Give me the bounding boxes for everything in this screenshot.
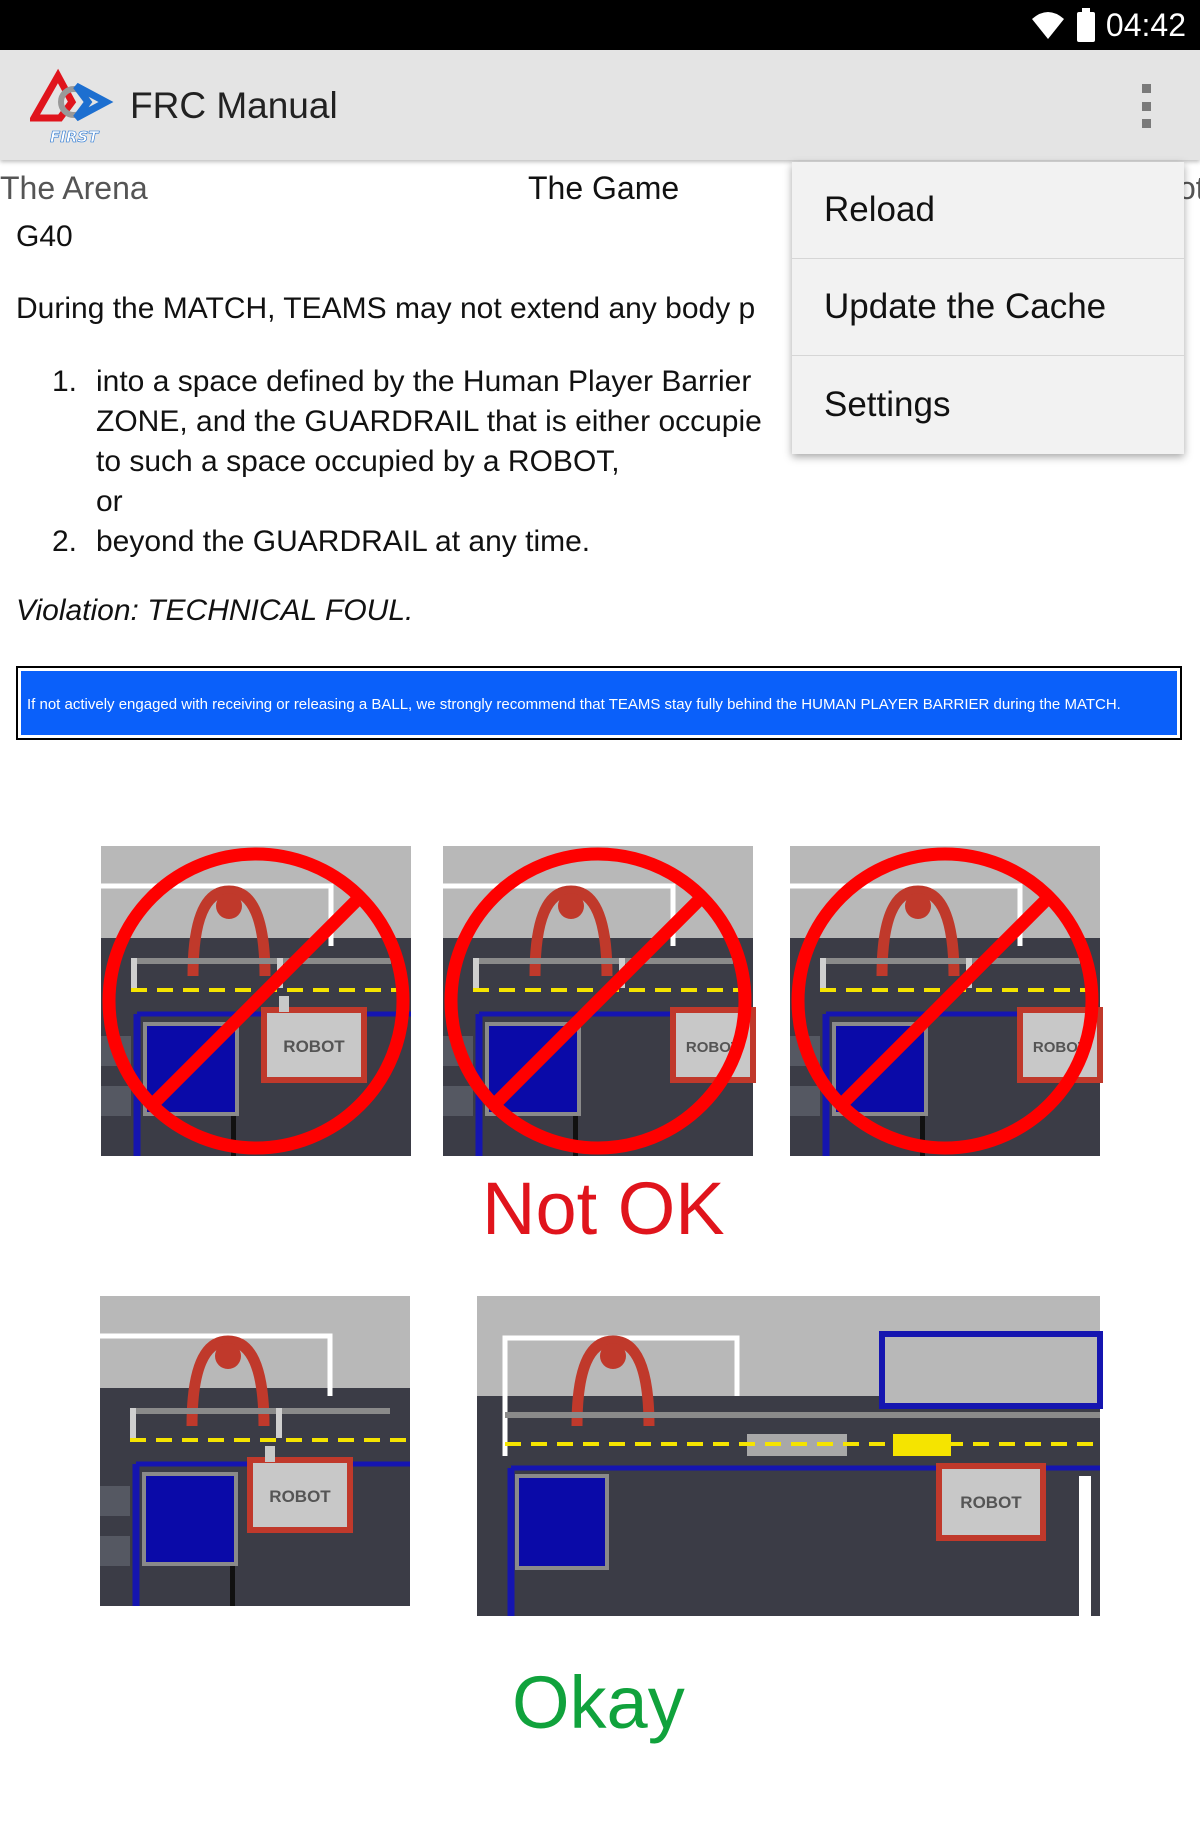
svg-text:ROBOT: ROBOT [960,1493,1022,1512]
status-bar: 04:42 [0,0,1200,50]
menu-item-settings[interactable]: Settings [792,356,1184,453]
menu-item-reload[interactable]: Reload [792,162,1184,259]
status-icons: 04:42 [1030,6,1186,44]
blue-note-box: If not actively engaged with receiving o… [16,666,1182,740]
overflow-menu: Reload Update the Cache Settings [792,162,1184,454]
figure-panels: ROBOT ROBOT ROBOT ROBOT ROBOT [0,800,1200,1616]
first-logo-icon: FIRST [30,68,114,146]
not-ok-panel-3: ROBOT [790,846,1100,1156]
okay-panel-1: ROBOT [100,1296,410,1606]
svg-text:ROBOT: ROBOT [269,1487,331,1506]
battery-icon [1076,8,1095,42]
rule-id: G40 [16,220,73,253]
rule-intro: During the MATCH, TEAMS may not extend a… [16,292,756,325]
not-ok-panel-2: ROBOT [443,846,753,1156]
menu-item-update-cache[interactable]: Update the Cache [792,259,1184,356]
status-time: 04:42 [1105,6,1186,43]
okay-panel-2: ROBOT [477,1296,1103,1616]
overflow-menu-icon[interactable] [1136,84,1156,128]
not-ok-panel-1: ROBOT [101,846,411,1156]
tab-the-game[interactable]: The Game [528,170,679,207]
okay-label: Okay [512,1661,685,1744]
blue-note-text: If not actively engaged with receiving o… [20,670,1178,736]
list-item: 2. beyond the GUARDRAIL at any time. [52,525,591,558]
violation-text: Violation: TECHNICAL FOUL. [16,594,414,627]
app-title: FRC Manual [130,85,338,126]
not-ok-label: Not OK [482,1167,725,1250]
wifi-icon [1031,12,1064,39]
svg-text:FIRST: FIRST [50,128,100,146]
app-bar: FIRST FRC Manual [0,50,1200,160]
svg-text:ROBOT: ROBOT [283,1037,345,1056]
tab-the-arena[interactable]: The Arena [0,170,148,207]
rule-figure: ROBOT ROBOT ROBOT ROBOT ROBOT Not OK Oka… [0,800,1200,1800]
